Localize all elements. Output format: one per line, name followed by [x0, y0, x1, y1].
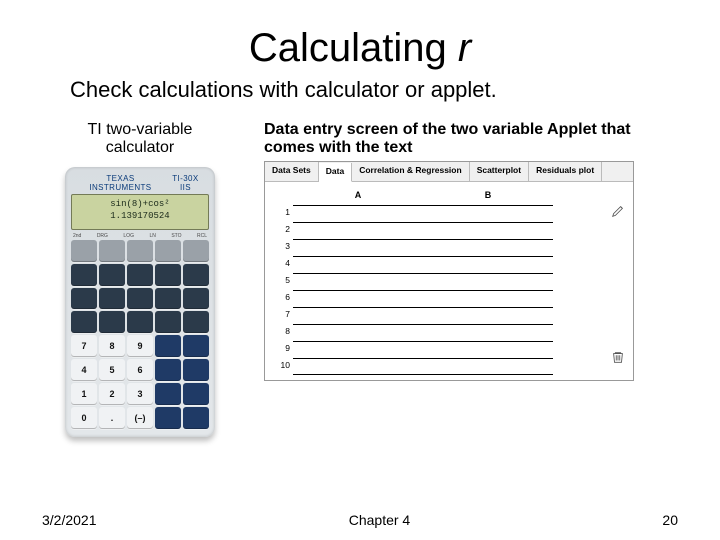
footer-page-number: 20 — [662, 512, 678, 528]
footer-date: 3/2/2021 — [42, 512, 97, 528]
data-grid[interactable]: A B — [293, 190, 553, 372]
tab-data[interactable]: Data — [319, 163, 352, 182]
calculator-screen-line2: 1.139170524 — [76, 210, 204, 222]
table-row[interactable] — [293, 273, 553, 290]
calculator-caption-line1: TI two-variable — [88, 121, 193, 138]
applet-tablist: Data Sets Data Correlation & Regression … — [265, 162, 633, 182]
grid-rows — [293, 205, 553, 375]
slide-title: Calculating r — [40, 26, 680, 71]
tab-data-sets[interactable]: Data Sets — [265, 162, 319, 181]
calculator-brand: TEXAS INSTRUMENTS — [75, 174, 166, 192]
calculator-screen: sin(8)+cos² 1.139170524 — [71, 194, 209, 230]
pencil-icon[interactable] — [611, 204, 625, 218]
footer-chapter: Chapter 4 — [349, 512, 410, 528]
slide-subtitle: Check calculations with calculator or ap… — [70, 77, 680, 103]
table-row[interactable] — [293, 222, 553, 239]
table-row[interactable] — [293, 205, 553, 222]
title-variable: r — [458, 26, 471, 70]
table-row[interactable] — [293, 324, 553, 341]
table-row[interactable] — [293, 307, 553, 324]
table-row[interactable] — [293, 256, 553, 273]
table-row[interactable] — [293, 341, 553, 358]
title-text: Calculating — [249, 26, 458, 70]
tab-scatterplot[interactable]: Scatterplot — [470, 162, 529, 181]
grid-header: A B — [293, 190, 553, 205]
column-header-a: A — [293, 190, 423, 205]
trash-icon[interactable] — [611, 350, 625, 364]
calculator-screen-line1: sin(8)+cos² — [76, 198, 204, 210]
applet-body: 1 2 3 4 5 6 7 8 9 10 A B — [265, 182, 633, 380]
applet-caption: Data entry screen of the two variable Ap… — [264, 121, 680, 157]
calculator-model: TI-30X IIS — [166, 174, 205, 192]
applet-window: Data Sets Data Correlation & Regression … — [264, 161, 634, 381]
tab-residuals-plot[interactable]: Residuals plot — [529, 162, 602, 181]
calculator-image: TEXAS INSTRUMENTS TI-30X IIS sin(8)+cos²… — [65, 167, 215, 437]
column-header-b: B — [423, 190, 553, 205]
row-numbers: 1 2 3 4 5 6 7 8 9 10 — [271, 190, 293, 372]
tab-correlation-regression[interactable]: Correlation & Regression — [352, 162, 470, 181]
calculator-model-bar: TEXAS INSTRUMENTS TI-30X IIS — [71, 174, 209, 192]
calculator-caption: TI two-variable calculator — [40, 121, 240, 157]
content-area: TI two-variable calculator TEXAS INSTRUM… — [40, 121, 680, 437]
table-row[interactable] — [293, 290, 553, 307]
calculator-keypad: 789 456 123 0.(–) — [71, 240, 209, 429]
calculator-column: TI two-variable calculator TEXAS INSTRUM… — [40, 121, 240, 437]
calculator-caption-line2: calculator — [106, 139, 174, 156]
calculator-fn-labels: 2nd DRG LOG LN STO RCL — [71, 233, 209, 239]
table-row[interactable] — [293, 239, 553, 256]
slide-footer: 3/2/2021 Chapter 4 20 — [0, 512, 720, 528]
table-row[interactable] — [293, 358, 553, 375]
applet-column: Data entry screen of the two variable Ap… — [264, 121, 680, 381]
